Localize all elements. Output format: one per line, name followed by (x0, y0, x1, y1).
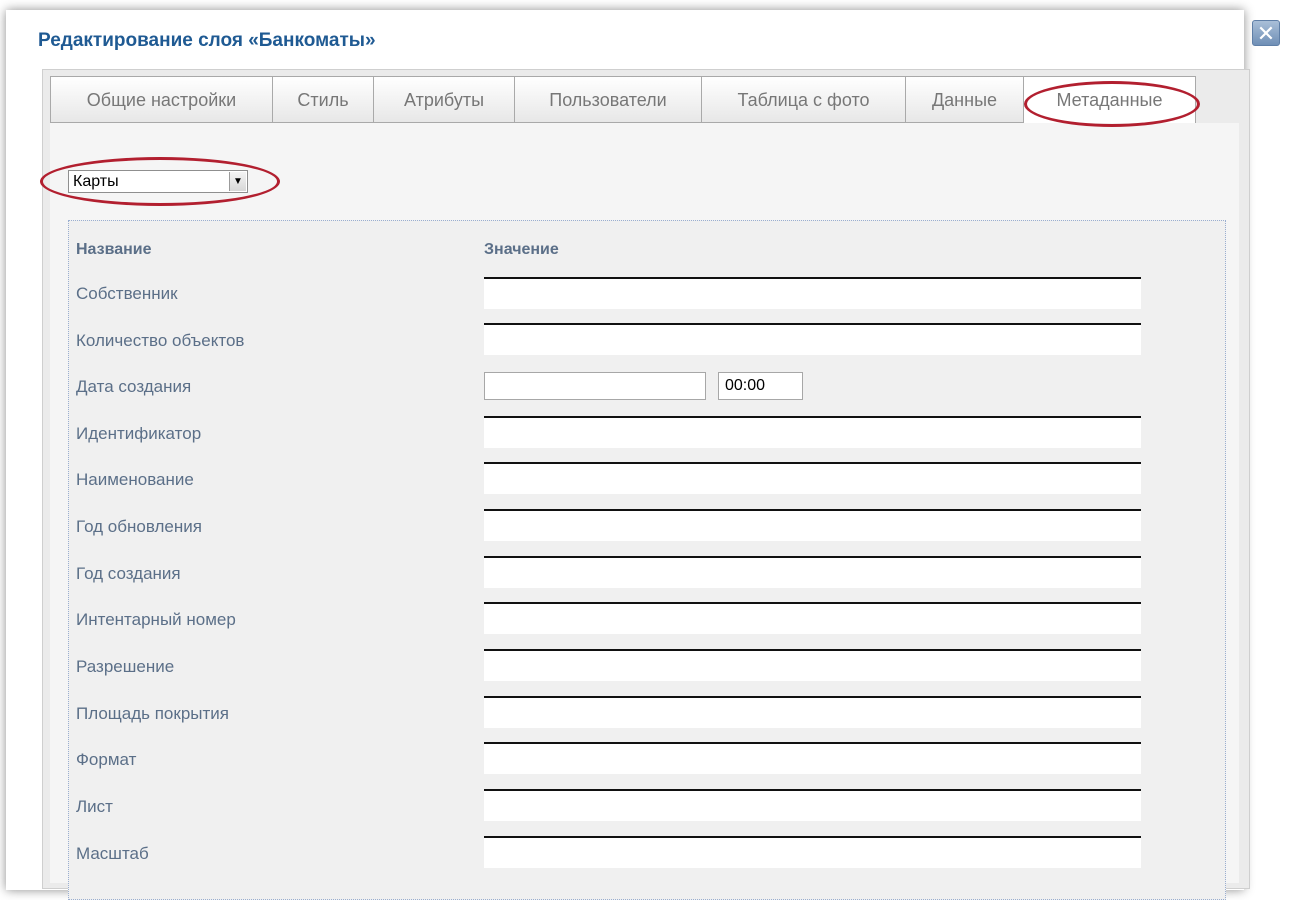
row-label-scale: Масштаб (76, 844, 149, 863)
row-label-coverage-area: Площадь покрытия (76, 704, 229, 723)
sheet-field[interactable] (484, 789, 1141, 821)
scale-field[interactable] (484, 836, 1141, 868)
row-label-owner: Собственник (76, 284, 178, 303)
tab-bar: Общие настройки Стиль Атрибуты Пользоват… (50, 76, 1196, 126)
row-label-object-count: Количество объектов (76, 331, 245, 350)
name-column-header: Название (76, 241, 152, 258)
format-field[interactable] (484, 742, 1141, 774)
creation-year-field[interactable] (484, 556, 1141, 588)
coverage-area-field[interactable] (484, 696, 1141, 728)
template-select-value: Карты (73, 173, 119, 190)
close-button[interactable]: ✕ (1252, 20, 1280, 46)
row-label-creation-date: Дата создания (76, 377, 192, 396)
row-label-resolution: Разрешение (76, 657, 175, 676)
name-field[interactable] (484, 462, 1141, 494)
tab-general-settings[interactable]: Общие настройки (50, 76, 272, 123)
update-year-field[interactable] (484, 509, 1141, 541)
close-icon: ✕ (1256, 21, 1276, 46)
inventory-number-field[interactable] (484, 602, 1141, 634)
object-count-field[interactable] (484, 323, 1141, 355)
value-column-header: Значение (484, 241, 559, 258)
chevron-down-icon[interactable]: ▼ (229, 172, 246, 191)
tab-data[interactable]: Данные (905, 76, 1023, 123)
tab-attributes[interactable]: Атрибуты (373, 76, 514, 123)
creation-time-field[interactable]: 00:00 (718, 372, 803, 400)
tab-style[interactable]: Стиль (272, 76, 373, 123)
template-select[interactable]: Карты ▼ (68, 170, 248, 193)
row-label-creation-year: Год создания (76, 564, 181, 583)
tab-metadata[interactable]: Метаданные (1023, 76, 1196, 126)
owner-field[interactable] (484, 277, 1141, 309)
row-label-sheet: Лист (76, 797, 113, 816)
row-label-format: Формат (76, 750, 137, 769)
edit-layer-dialog: Редактирование слоя «Банкоматы» ✕ Общие … (0, 0, 1302, 900)
row-label-identifier: Идентификатор (76, 424, 202, 443)
creation-date-field[interactable] (484, 372, 706, 400)
resolution-field[interactable] (484, 649, 1141, 681)
row-label-inventory-number: Интентарный номер (76, 610, 236, 629)
row-label-update-year: Год обновления (76, 517, 202, 536)
row-label-name: Наименование (76, 470, 194, 489)
dialog-title: Редактирование слоя «Банкоматы» (38, 30, 376, 51)
tab-users[interactable]: Пользователи (514, 76, 701, 123)
identifier-field[interactable] (484, 416, 1141, 448)
tab-photo-table[interactable]: Таблица с фото (701, 76, 905, 123)
